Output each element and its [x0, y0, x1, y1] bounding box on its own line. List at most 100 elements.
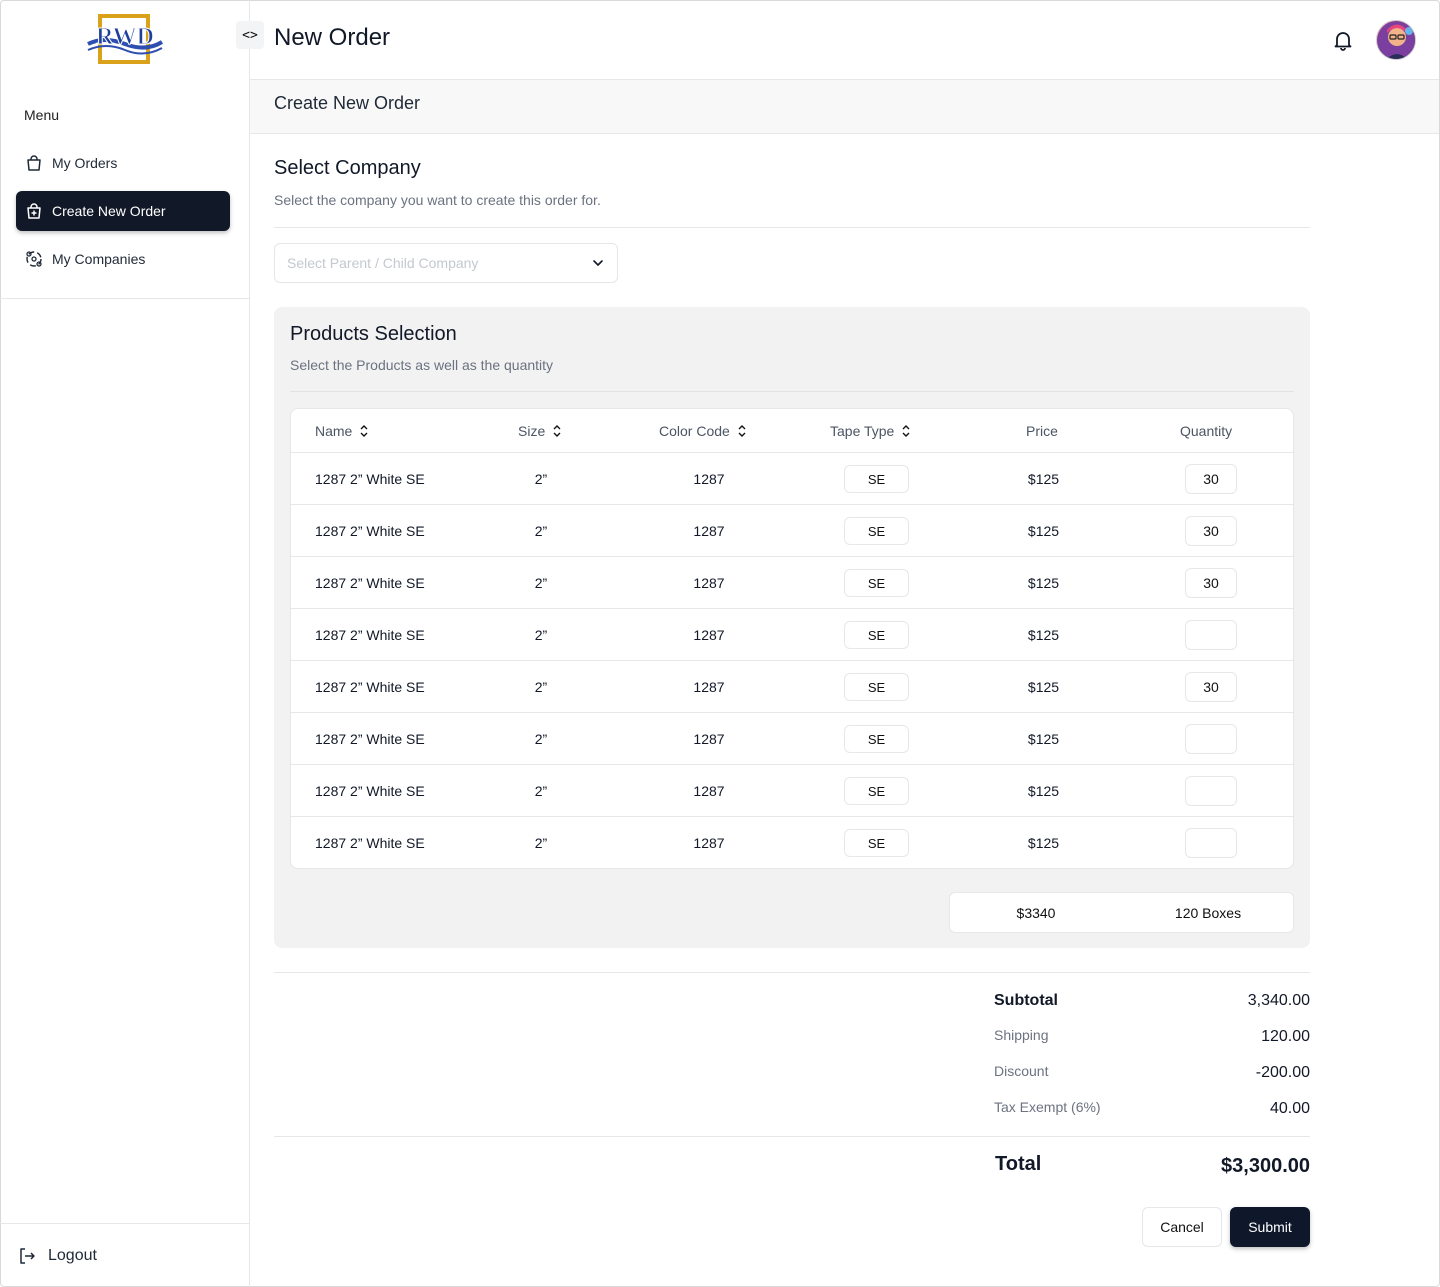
company-select[interactable]: Select Parent / Child Company — [274, 243, 618, 283]
logout-label: Logout — [48, 1247, 97, 1264]
logout-button[interactable]: Logout — [16, 1240, 97, 1272]
summary-divider — [274, 972, 1310, 973]
product-name: 1287 2” White SE — [315, 523, 425, 539]
total-label: Total — [995, 1153, 1042, 1175]
column-header-price: Price — [1026, 423, 1058, 439]
avatar[interactable] — [1376, 20, 1416, 60]
product-size: 2” — [534, 731, 548, 747]
product-size: 2” — [534, 523, 548, 539]
quantity-input[interactable] — [1185, 776, 1237, 806]
sidebar-item-my-orders[interactable]: My Orders — [16, 143, 230, 183]
column-label: Size — [518, 423, 546, 439]
discount-label: Discount — [994, 1063, 1049, 1079]
tape-type-badge: SE — [844, 621, 909, 649]
sort-icon — [553, 425, 561, 437]
table-row: 1287 2” White SE 2” 1287 SE $125 30 — [291, 453, 1293, 505]
product-size: 2” — [534, 575, 548, 591]
quantity-input[interactable] — [1185, 828, 1237, 858]
tax-label: Tax Exempt (6%) — [994, 1099, 1101, 1115]
sidebar-item-label: My Companies — [52, 251, 146, 267]
quantity-input[interactable]: 30 — [1185, 672, 1237, 702]
column-header-tape-type[interactable]: Tape Type — [830, 423, 910, 439]
product-color-code: 1287 — [693, 575, 725, 591]
column-label: Color Code — [659, 423, 730, 439]
bag-icon — [24, 153, 44, 173]
select-company-title: Select Company — [274, 157, 421, 179]
products-title: Products Selection — [290, 323, 457, 345]
products-panel: Products Selection Select the Products a… — [274, 307, 1310, 948]
products-table: Name Size Color Code Tape Type Price Qua… — [290, 408, 1294, 869]
product-price: $125 — [1027, 835, 1060, 851]
code-chevrons-icon: <> — [242, 27, 258, 43]
tape-type-badge: SE — [844, 725, 909, 753]
column-header-quantity: Quantity — [1180, 423, 1232, 439]
subheader: Create New Order — [250, 79, 1439, 134]
tax-value: 40.00 — [1269, 1100, 1310, 1117]
tape-type-badge: SE — [844, 777, 909, 805]
product-price: $125 — [1027, 471, 1060, 487]
companies-icon — [24, 249, 44, 269]
total-divider — [274, 1136, 1310, 1137]
sidebar-toggle-button[interactable]: <> — [236, 21, 264, 49]
product-name: 1287 2” White SE — [315, 679, 425, 695]
bag-plus-icon — [24, 201, 44, 221]
quantity-input[interactable]: 30 — [1185, 464, 1237, 494]
table-row: 1287 2” White SE 2” 1287 SE $125 30 — [291, 557, 1293, 609]
rwd-logo[interactable]: RWD — [84, 14, 166, 64]
quantity-input[interactable]: 30 — [1185, 568, 1237, 598]
product-price: $125 — [1027, 575, 1060, 591]
sidebar-item-label: Create New Order — [52, 203, 166, 219]
table-row: 1287 2” White SE 2” 1287 SE $125 30 — [291, 505, 1293, 557]
tape-type-badge: SE — [844, 829, 909, 857]
product-color-code: 1287 — [693, 731, 725, 747]
sidebar: RWD Menu My Orders Create New Order My C… — [0, 0, 250, 1287]
shipping-value: 120.00 — [1261, 1028, 1310, 1045]
product-size: 2” — [534, 783, 548, 799]
quantity-input[interactable] — [1185, 620, 1237, 650]
product-color-code: 1287 — [693, 523, 725, 539]
products-totals: $3340 120 Boxes — [949, 892, 1294, 933]
subtotal-value: 3,340.00 — [1247, 992, 1310, 1009]
company-select-placeholder: Select Parent / Child Company — [287, 255, 479, 271]
product-price: $125 — [1027, 523, 1060, 539]
tape-type-badge: SE — [844, 673, 909, 701]
column-header-color-code[interactable]: Color Code — [659, 423, 746, 439]
shipping-label: Shipping — [994, 1027, 1049, 1043]
column-label: Tape Type — [830, 423, 895, 439]
cancel-button[interactable]: Cancel — [1142, 1207, 1222, 1247]
table-row: 1287 2” White SE 2” 1287 SE $125 — [291, 713, 1293, 765]
select-company-subtitle: Select the company you want to create th… — [274, 192, 601, 208]
product-color-code: 1287 — [693, 627, 725, 643]
product-name: 1287 2” White SE — [315, 783, 425, 799]
column-header-name[interactable]: Name — [315, 423, 368, 439]
product-name: 1287 2” White SE — [315, 731, 425, 747]
column-header-size[interactable]: Size — [518, 423, 561, 439]
product-name: 1287 2” White SE — [315, 471, 425, 487]
menu-label: Menu — [24, 107, 60, 123]
total-amount: $3340 — [1016, 905, 1056, 921]
sort-icon — [738, 425, 746, 437]
product-color-code: 1287 — [693, 835, 725, 851]
column-label: Price — [1026, 423, 1058, 439]
tape-type-badge: SE — [844, 517, 909, 545]
bell-icon[interactable] — [1331, 28, 1355, 52]
total-boxes: 120 Boxes — [1174, 905, 1242, 921]
discount-value: -200.00 — [1255, 1064, 1310, 1081]
product-name: 1287 2” White SE — [315, 835, 425, 851]
logout-icon — [16, 1245, 38, 1267]
table-row: 1287 2” White SE 2” 1287 SE $125 — [291, 817, 1293, 868]
quantity-input[interactable]: 30 — [1185, 516, 1237, 546]
product-size: 2” — [534, 835, 548, 851]
sidebar-item-label: My Orders — [52, 155, 118, 171]
table-row: 1287 2” White SE 2” 1287 SE $125 30 — [291, 661, 1293, 713]
sidebar-item-my-companies[interactable]: My Companies — [16, 239, 230, 279]
submit-button[interactable]: Submit — [1230, 1207, 1310, 1247]
product-size: 2” — [534, 679, 548, 695]
sidebar-divider — [0, 298, 249, 299]
sidebar-divider — [0, 1223, 249, 1224]
table-row: 1287 2” White SE 2” 1287 SE $125 — [291, 609, 1293, 661]
subheader-title: Create New Order — [274, 93, 421, 113]
sidebar-item-create-new-order[interactable]: Create New Order — [16, 191, 230, 231]
column-label: Quantity — [1180, 423, 1233, 439]
quantity-input[interactable] — [1185, 724, 1237, 754]
